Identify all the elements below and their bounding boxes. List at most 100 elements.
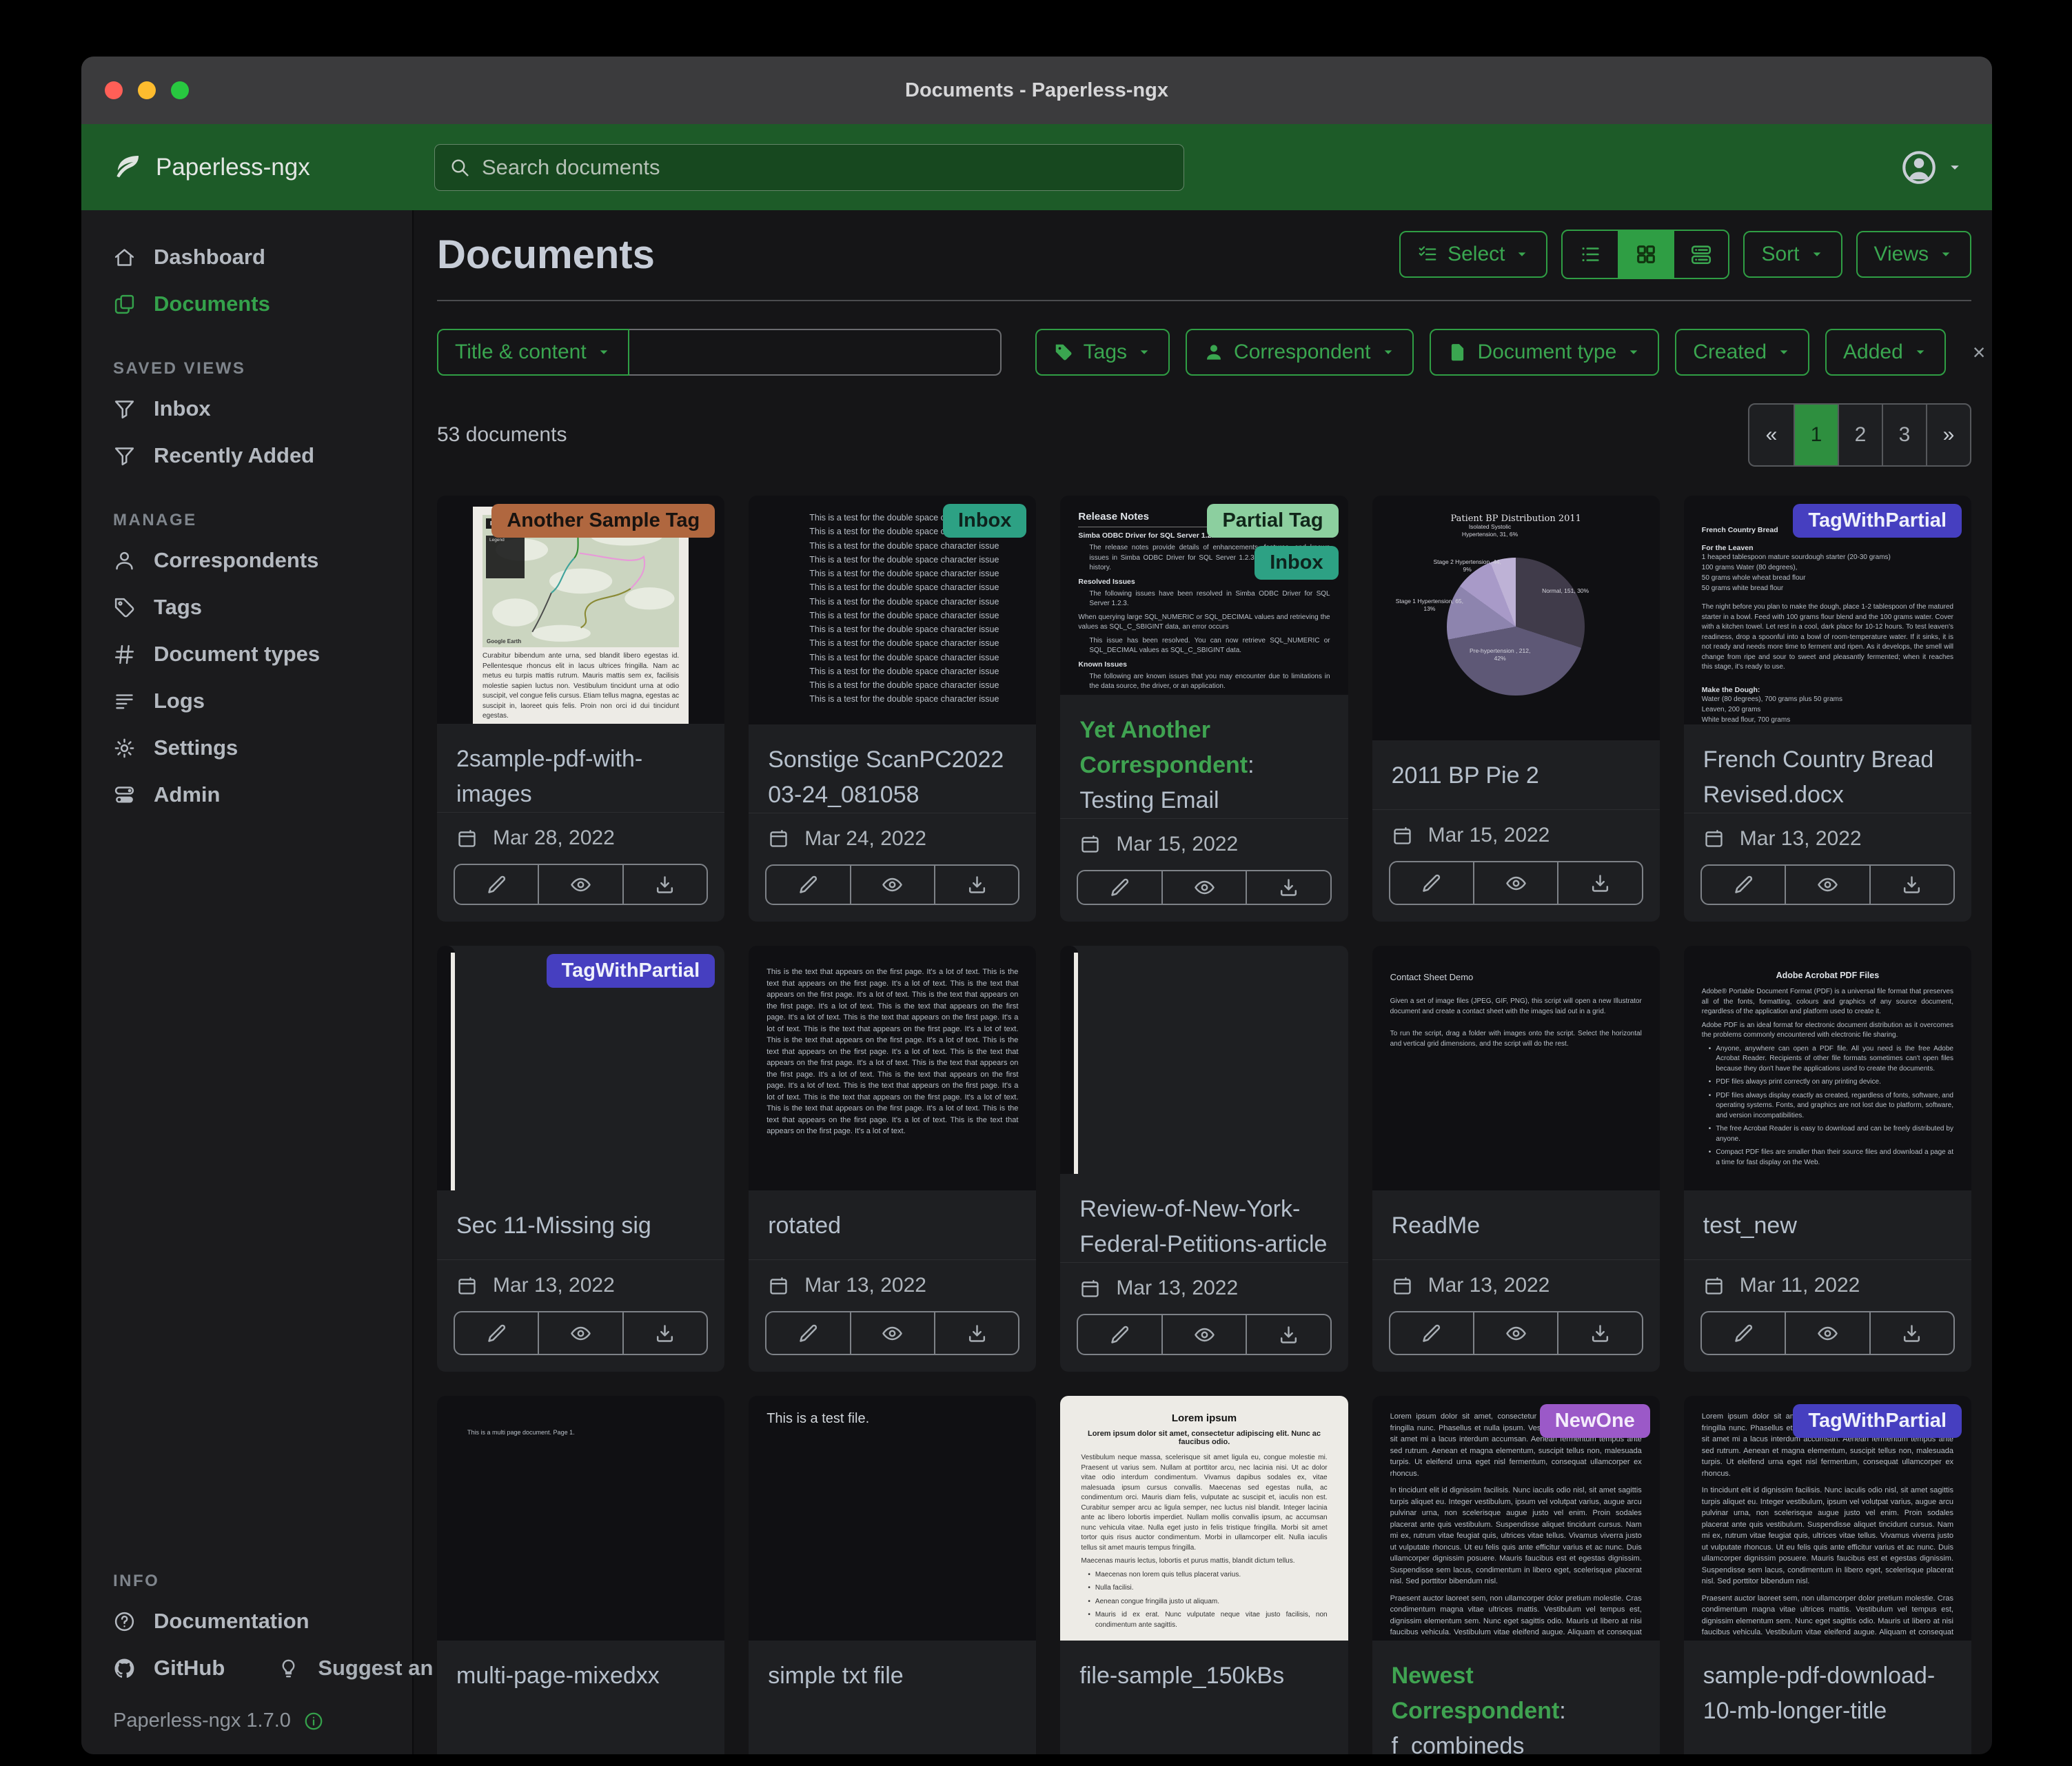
document-thumbnail[interactable]: Adobe Acrobat PDF FilesAdobe® Portable D…: [1684, 946, 1971, 1190]
download-button[interactable]: [1246, 871, 1330, 904]
document-correspondent[interactable]: Yet Another Correspondent: [1079, 717, 1248, 778]
edit-button[interactable]: [1702, 866, 1785, 904]
pagination-page-2[interactable]: 2: [1838, 405, 1882, 465]
download-button[interactable]: [622, 1312, 707, 1354]
document-thumbnail[interactable]: Lorem ipsumLorem ipsum dolor sit amet, c…: [1060, 1396, 1348, 1641]
document-title[interactable]: simple txt file: [749, 1641, 1036, 1694]
tag-badge-tagwithpartial[interactable]: TagWithPartial: [1793, 504, 1962, 538]
view-button[interactable]: [850, 866, 934, 904]
edit-button[interactable]: [1078, 871, 1161, 904]
view-button[interactable]: [1473, 1312, 1557, 1354]
document-thumbnail[interactable]: Application for Medical Staff MembersGoo…: [437, 946, 455, 1190]
view-button[interactable]: [850, 1312, 934, 1354]
document-title[interactable]: ReadMe: [1372, 1190, 1660, 1244]
document-title[interactable]: Yet Another Correspondent: Testing Email: [1060, 695, 1348, 818]
document-thumbnail[interactable]: This is the text that appears on the fir…: [749, 946, 1036, 1190]
sidebar-item-document-types[interactable]: Document types: [81, 631, 412, 678]
download-button[interactable]: [934, 1312, 1018, 1354]
global-search[interactable]: [434, 144, 1184, 191]
download-button[interactable]: [1557, 1312, 1641, 1354]
document-thumbnail[interactable]: This is a test file.: [749, 1396, 1036, 1641]
sidebar-item-tags[interactable]: Tags: [81, 584, 412, 631]
download-button[interactable]: [934, 866, 1018, 904]
document-title[interactable]: Newest Correspondent: f_combineds: [1372, 1641, 1660, 1754]
tag-badge-partial-tag[interactable]: Partial Tag: [1207, 504, 1338, 538]
document-title[interactable]: 2sample-pdf-with-images: [437, 724, 724, 812]
views-button[interactable]: Views: [1856, 231, 1971, 278]
view-button[interactable]: [538, 1312, 622, 1354]
window-close-button[interactable]: [105, 81, 123, 99]
document-title[interactable]: Sec 11-Missing sig: [437, 1190, 724, 1244]
download-button[interactable]: [1869, 866, 1953, 904]
pagination-prev[interactable]: «: [1749, 405, 1794, 465]
download-button[interactable]: [1246, 1315, 1330, 1354]
tag-badge-another-sample-tag[interactable]: Another Sample Tag: [491, 504, 715, 538]
document-title[interactable]: sample-pdf-download-10-mb-longer-title: [1684, 1641, 1971, 1729]
download-button[interactable]: [1557, 862, 1641, 904]
view-button[interactable]: [1161, 871, 1246, 904]
document-title[interactable]: multi-page-mixedxx: [437, 1641, 724, 1694]
window-minimize-button[interactable]: [138, 81, 156, 99]
window-zoom-button[interactable]: [171, 81, 189, 99]
tags-filter-button[interactable]: Tags: [1035, 329, 1170, 376]
download-button[interactable]: [1869, 1312, 1953, 1354]
edit-button[interactable]: [1390, 1312, 1473, 1354]
created-filter-button[interactable]: Created: [1675, 329, 1809, 376]
document-title[interactable]: Review-of-New-York-Federal-Petitions-art…: [1060, 1174, 1348, 1262]
info-icon[interactable]: [303, 1711, 324, 1732]
document-thumbnail[interactable]: Contact Sheet DemoGiven a set of image f…: [1372, 946, 1660, 1190]
edit-button[interactable]: [1390, 862, 1473, 904]
download-button[interactable]: [622, 865, 707, 904]
document-correspondent[interactable]: Newest Correspondent: [1392, 1663, 1560, 1724]
document-title[interactable]: 2011 BP Pie 2: [1372, 740, 1660, 793]
tag-badge-tagwithpartial[interactable]: TagWithPartial: [547, 954, 715, 988]
detail-view-button[interactable]: [1673, 231, 1728, 278]
edit-button[interactable]: [1702, 1312, 1785, 1354]
sort-button[interactable]: Sort: [1743, 231, 1842, 278]
edit-button[interactable]: [766, 1312, 849, 1354]
document-title[interactable]: rotated: [749, 1190, 1036, 1244]
added-filter-button[interactable]: Added: [1825, 329, 1946, 376]
list-view-button[interactable]: [1563, 231, 1618, 278]
pagination-page-3[interactable]: 3: [1882, 405, 1926, 465]
search-input[interactable]: [482, 155, 1170, 180]
view-button[interactable]: [1785, 1312, 1869, 1354]
sidebar-item-documents[interactable]: Documents: [81, 281, 412, 327]
sidebar-item-logs[interactable]: Logs: [81, 678, 412, 724]
app-logo[interactable]: Paperless-ngx: [110, 151, 310, 184]
view-button[interactable]: [1161, 1315, 1246, 1354]
tag-badge-newone[interactable]: NewOne: [1540, 1404, 1650, 1438]
document-title[interactable]: French Country Bread Revised.docx: [1684, 724, 1971, 813]
pagination-next[interactable]: »: [1926, 405, 1970, 465]
view-button[interactable]: [1473, 862, 1557, 904]
document-title[interactable]: test_new: [1684, 1190, 1971, 1244]
sidebar-item-github[interactable]: GitHub: [81, 1645, 256, 1692]
sidebar-item-dashboard[interactable]: Dashboard: [81, 234, 412, 281]
view-button[interactable]: [538, 865, 622, 904]
document-title[interactable]: Sonstige ScanPC2022 03-24_081058: [749, 724, 1036, 813]
user-menu-button[interactable]: [1900, 148, 1963, 187]
tag-badge-inbox[interactable]: Inbox: [943, 504, 1026, 538]
select-button[interactable]: Select: [1399, 231, 1547, 278]
grid-view-button[interactable]: [1618, 231, 1673, 278]
document-title[interactable]: file-sample_150kBs: [1060, 1641, 1348, 1694]
sidebar-item-documentation[interactable]: Documentation: [81, 1598, 412, 1645]
sidebar-item-correspondents[interactable]: Correspondents: [81, 537, 412, 584]
document-type-filter-button[interactable]: Document type: [1430, 329, 1660, 376]
correspondent-filter-button[interactable]: Correspondent: [1186, 329, 1413, 376]
document-thumbnail[interactable]: Patient BP Distribution 2011Normal, 151,…: [1372, 496, 1660, 740]
pagination-page-1[interactable]: 1: [1794, 405, 1838, 465]
document-thumbnail[interactable]: Review of New York Federal Petitions for…: [1060, 946, 1078, 1174]
sidebar-item-recently-added[interactable]: Recently Added: [81, 432, 412, 479]
title-content-filter-button[interactable]: Title & content: [437, 329, 629, 376]
title-content-filter-input[interactable]: [629, 329, 1002, 376]
document-thumbnail[interactable]: This is a multi page document. Page 1.: [437, 1396, 724, 1641]
edit-button[interactable]: [455, 865, 538, 904]
edit-button[interactable]: [455, 1312, 538, 1354]
edit-button[interactable]: [766, 866, 849, 904]
edit-button[interactable]: [1078, 1315, 1161, 1354]
sidebar-item-settings[interactable]: Settings: [81, 724, 412, 771]
view-button[interactable]: [1785, 866, 1869, 904]
reset-filters-button[interactable]: × Reset filters: [1973, 329, 1992, 376]
tag-badge-inbox[interactable]: Inbox: [1255, 546, 1338, 580]
